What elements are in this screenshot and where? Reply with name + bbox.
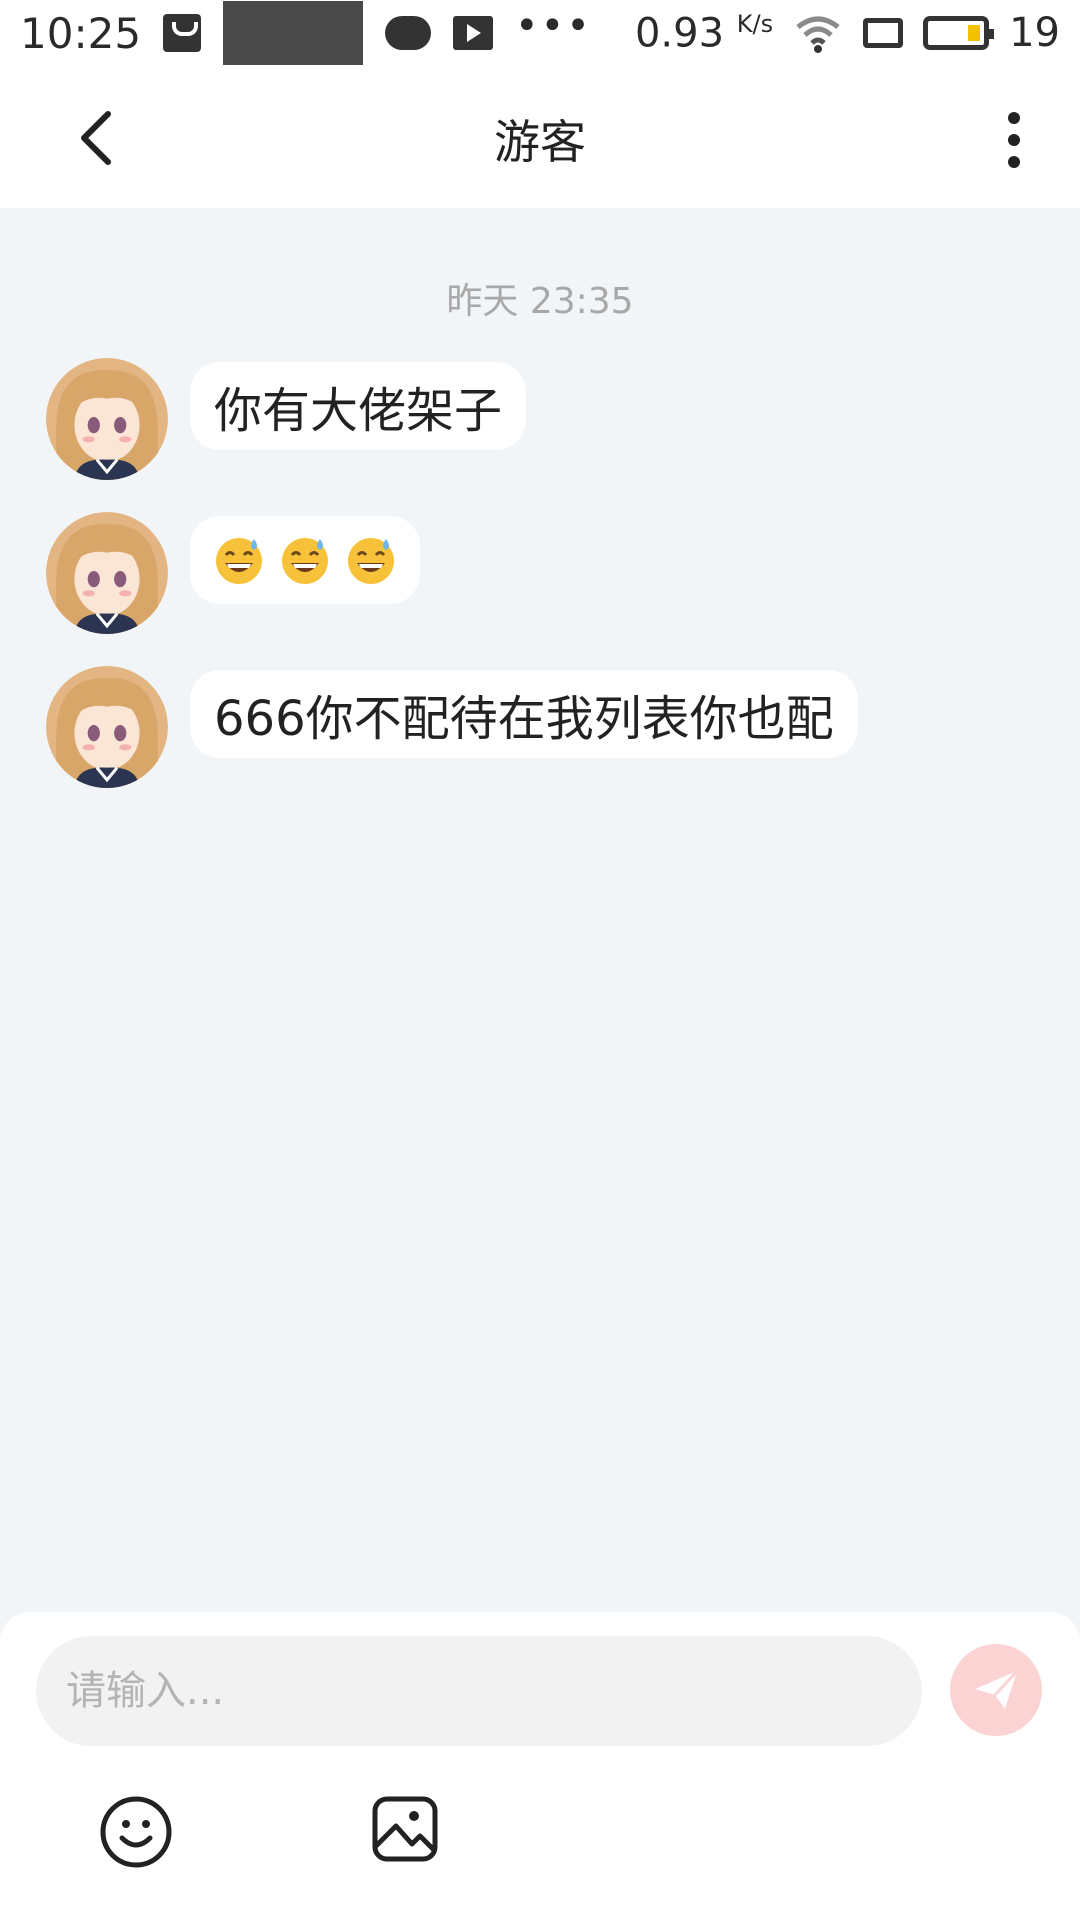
chat-header: 游客 bbox=[0, 66, 1080, 208]
battery-level: 19 bbox=[1009, 9, 1060, 56]
status-time: 10:25 bbox=[20, 8, 142, 58]
composer-bar bbox=[0, 1612, 1080, 1920]
send-plane-icon bbox=[975, 1669, 1019, 1709]
video-play-icon bbox=[453, 16, 494, 50]
sweat-smile-emoji-icon bbox=[348, 538, 394, 584]
message-row: 666你不配待在我列表你也配 bbox=[46, 666, 858, 788]
send-button[interactable] bbox=[950, 1644, 1042, 1736]
more-options-icon[interactable] bbox=[1000, 112, 1028, 168]
emoji-row bbox=[214, 535, 396, 585]
shopping-bag-icon bbox=[163, 14, 202, 52]
message-row bbox=[46, 512, 420, 634]
wifi-icon bbox=[796, 16, 840, 53]
sweat-smile-emoji-icon bbox=[216, 538, 262, 584]
avatar[interactable] bbox=[46, 512, 168, 634]
more-notifications-icon: ••• bbox=[515, 3, 592, 49]
cloud-icon bbox=[385, 16, 432, 50]
message-bubble[interactable] bbox=[190, 516, 420, 604]
message-bubble[interactable]: 666你不配待在我列表你也配 bbox=[190, 670, 858, 758]
message-row: 你有大佬架子 bbox=[46, 358, 527, 480]
avatar[interactable] bbox=[46, 666, 168, 788]
battery-icon bbox=[923, 15, 995, 50]
emoji-picker-icon[interactable] bbox=[98, 1794, 174, 1870]
network-speed-unit: K/s bbox=[736, 9, 774, 38]
page-title: 游客 bbox=[494, 115, 586, 169]
image-picker-icon[interactable] bbox=[370, 1794, 440, 1864]
avatar[interactable] bbox=[46, 358, 168, 480]
network-speed-value: 0.93 bbox=[634, 10, 725, 57]
network-speed: 0.93 K/s bbox=[635, 10, 773, 56]
message-input[interactable] bbox=[36, 1636, 922, 1746]
status-bar: 10:25 ••• 0.93 K/s 19 bbox=[0, 0, 1080, 66]
sweat-smile-emoji-icon bbox=[282, 538, 328, 584]
chat-timestamp: 昨天 23:35 bbox=[446, 281, 634, 322]
message-bubble[interactable]: 你有大佬架子 bbox=[190, 362, 527, 450]
sim-card-icon bbox=[863, 17, 904, 48]
redacted-notification-icon bbox=[223, 1, 364, 65]
